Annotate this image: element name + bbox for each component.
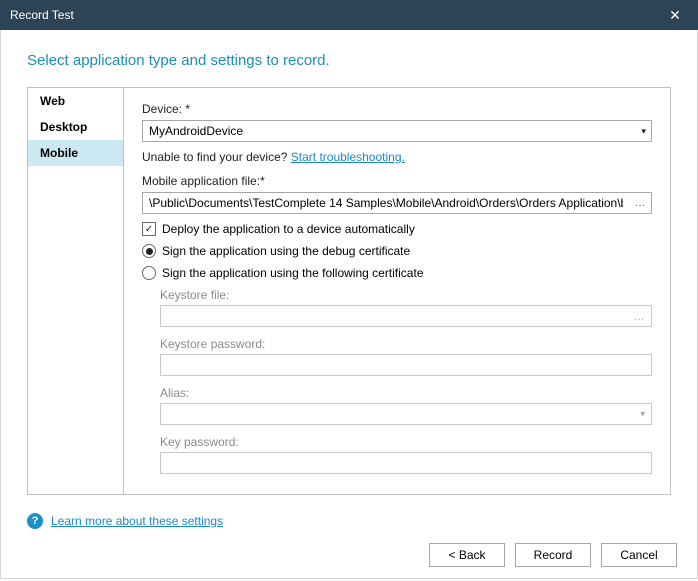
sign-debug-radio[interactable] bbox=[142, 244, 156, 258]
learn-more-link[interactable]: Learn more about these settings bbox=[51, 514, 223, 528]
keystore-file-input: … bbox=[160, 305, 652, 327]
main-panel: Web Desktop Mobile Device: * MyAndroidDe… bbox=[27, 87, 671, 495]
keystore-pwd-label: Keystore password: bbox=[160, 337, 652, 351]
keystore-pwd-input bbox=[160, 354, 652, 376]
sign-debug-label: Sign the application using the debug cer… bbox=[162, 244, 410, 258]
sign-custom-row: Sign the application using the following… bbox=[142, 266, 652, 280]
browse-icon: … bbox=[629, 308, 649, 326]
titlebar: Record Test ✕ bbox=[0, 0, 698, 30]
browse-icon[interactable]: … bbox=[630, 194, 650, 212]
deploy-checkbox-row: ✓ Deploy the application to a device aut… bbox=[142, 222, 652, 236]
chevron-down-icon: ▾ bbox=[640, 409, 645, 420]
sign-custom-label: Sign the application using the following… bbox=[162, 266, 424, 280]
device-select[interactable]: MyAndroidDevice ▾ bbox=[142, 120, 652, 142]
window-title: Record Test bbox=[10, 8, 660, 22]
keystore-file-label: Keystore file: bbox=[160, 288, 652, 302]
appfile-input[interactable]: \Public\Documents\TestComplete 14 Sample… bbox=[142, 192, 652, 214]
alias-select: ▾ bbox=[160, 403, 652, 425]
dialog-body: Select application type and settings to … bbox=[0, 30, 698, 579]
learn-more-row: ? Learn more about these settings bbox=[1, 505, 697, 533]
troubleshoot-link[interactable]: Start troubleshooting. bbox=[291, 150, 405, 164]
device-select-value: MyAndroidDevice bbox=[149, 121, 243, 141]
key-pwd-label: Key password: bbox=[160, 435, 652, 449]
deploy-checkbox[interactable]: ✓ bbox=[142, 222, 156, 236]
cancel-button[interactable]: Cancel bbox=[601, 543, 677, 567]
back-button[interactable]: < Back bbox=[429, 543, 505, 567]
chevron-down-icon: ▾ bbox=[641, 121, 646, 141]
page-heading: Select application type and settings to … bbox=[27, 52, 671, 69]
close-icon[interactable]: ✕ bbox=[660, 0, 690, 30]
tab-web[interactable]: Web bbox=[28, 88, 123, 114]
mobile-panel: Device: * MyAndroidDevice ▾ Unable to fi… bbox=[124, 88, 670, 494]
appfile-value: \Public\Documents\TestComplete 14 Sample… bbox=[149, 193, 623, 213]
key-pwd-input bbox=[160, 452, 652, 474]
tab-mobile[interactable]: Mobile bbox=[28, 140, 123, 166]
device-help-text: Unable to find your device? Start troubl… bbox=[142, 150, 652, 164]
content: Select application type and settings to … bbox=[1, 30, 697, 505]
device-label: Device: * bbox=[142, 102, 652, 116]
deploy-label: Deploy the application to a device autom… bbox=[162, 222, 415, 236]
appfile-input-wrap: \Public\Documents\TestComplete 14 Sample… bbox=[142, 192, 652, 214]
alias-label: Alias: bbox=[160, 386, 652, 400]
appfile-label: Mobile application file:* bbox=[142, 174, 652, 188]
info-icon: ? bbox=[27, 513, 43, 529]
sign-debug-row: Sign the application using the debug cer… bbox=[142, 244, 652, 258]
sign-custom-radio[interactable] bbox=[142, 266, 156, 280]
record-button[interactable]: Record bbox=[515, 543, 591, 567]
tab-desktop[interactable]: Desktop bbox=[28, 114, 123, 140]
tab-list: Web Desktop Mobile bbox=[28, 88, 124, 494]
certificate-group: Keystore file: … Keystore password: Alia… bbox=[160, 288, 652, 474]
button-row: < Back Record Cancel bbox=[1, 533, 697, 581]
